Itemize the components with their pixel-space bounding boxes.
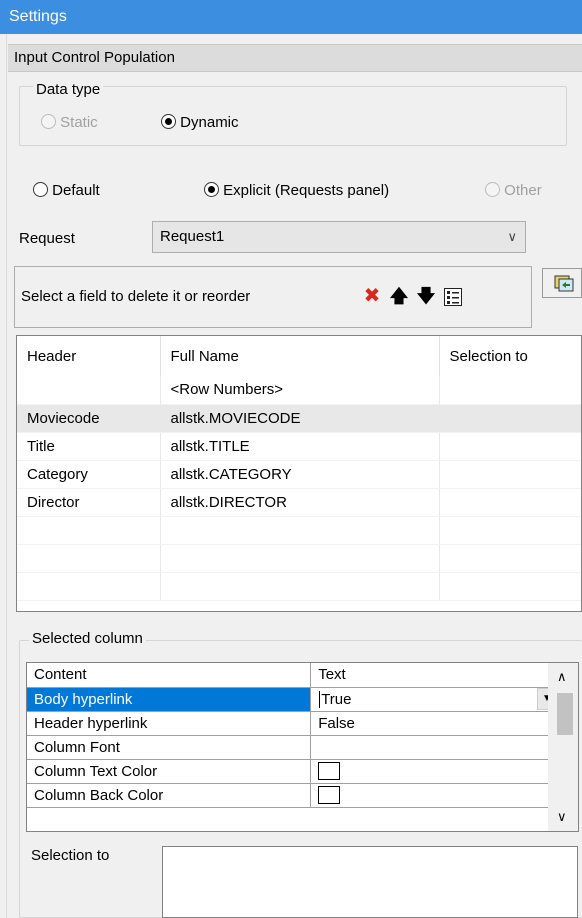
property-key: Body hyperlink — [27, 687, 312, 712]
selection-to-label: Selection to — [31, 847, 110, 864]
cell-full-name: allstk.TITLE — [160, 432, 440, 461]
property-key: Content — [27, 663, 312, 688]
request-select-value: Request1 — [160, 228, 225, 245]
copy-icon — [554, 275, 574, 292]
fields-grid[interactable]: Header Full Name Selection to <Row Numbe… — [16, 335, 582, 612]
property-grid[interactable]: Content Text Body hyperlink True ▼ Heade… — [26, 662, 579, 832]
delete-icon[interactable]: ✖ — [361, 285, 383, 307]
property-row[interactable]: Column Back Color — [27, 783, 562, 808]
empty-row — [17, 544, 581, 573]
dynamic-radio-button[interactable] — [161, 114, 176, 129]
default-radio-button[interactable] — [33, 182, 48, 197]
column-header-header[interactable]: Header — [17, 336, 161, 376]
left-edge — [0, 34, 7, 918]
table-row[interactable]: Director allstk.DIRECTOR — [17, 488, 581, 517]
property-value[interactable]: Text — [310, 663, 562, 688]
section-header: Input Control Population — [8, 44, 582, 72]
cell-full-name: allstk.MOVIECODE — [160, 404, 440, 433]
field-toolbar: Select a field to delete it or reorder ✖… — [14, 266, 532, 328]
copy-button[interactable] — [542, 268, 582, 298]
property-value[interactable]: False — [310, 711, 562, 736]
move-down-icon[interactable]: 🡇 — [415, 285, 437, 307]
property-value-dropdown[interactable]: True ▼ — [310, 687, 562, 712]
color-swatch[interactable] — [318, 762, 341, 781]
cell-full-name: <Row Numbers> — [160, 376, 440, 405]
cell-header: Moviecode — [17, 404, 161, 433]
default-radio[interactable]: Default — [33, 182, 100, 199]
property-value[interactable] — [310, 735, 562, 760]
cell-selection-to — [439, 432, 581, 461]
cell-header — [17, 376, 161, 405]
grid-header-row: Header Full Name Selection to — [17, 336, 581, 376]
property-row[interactable]: Body hyperlink True ▼ — [27, 687, 562, 712]
dynamic-radio-label: Dynamic — [180, 114, 239, 131]
dynamic-radio[interactable]: Dynamic — [161, 114, 239, 131]
other-radio-label: Other — [504, 182, 542, 199]
chevron-down-icon: ∨ — [507, 229, 517, 244]
scroll-down-icon[interactable]: ∨ — [557, 809, 567, 825]
property-row[interactable]: Header hyperlink False — [27, 711, 562, 736]
move-up-icon[interactable]: 🡅 — [388, 285, 410, 307]
property-row[interactable]: Column Text Color — [27, 759, 562, 784]
property-row[interactable]: Column Font — [27, 735, 562, 760]
properties-icon[interactable] — [443, 287, 463, 311]
empty-row — [17, 572, 581, 601]
property-value-color[interactable] — [310, 759, 562, 784]
table-row[interactable]: Moviecode allstk.MOVIECODE — [17, 404, 581, 433]
explicit-radio-button[interactable] — [204, 182, 219, 197]
table-row[interactable]: Category allstk.CATEGORY — [17, 460, 581, 489]
cell-full-name: allstk.DIRECTOR — [160, 488, 440, 517]
scroll-up-icon[interactable]: ∧ — [557, 669, 567, 685]
property-value-color[interactable] — [310, 783, 562, 808]
cell-selection-to — [439, 460, 581, 489]
data-type-legend: Data type — [33, 81, 104, 98]
cell-selection-to — [439, 376, 581, 405]
static-radio[interactable]: Static — [41, 114, 98, 131]
scroll-thumb[interactable] — [557, 693, 573, 735]
explicit-radio-label: Explicit (Requests panel) — [223, 182, 390, 199]
column-header-full-name[interactable]: Full Name — [160, 336, 440, 376]
property-scrollbar[interactable]: ∧ ∨ — [548, 663, 578, 831]
cell-header: Director — [17, 488, 161, 517]
cell-header: Category — [17, 460, 161, 489]
static-radio-label: Static — [60, 114, 98, 131]
other-radio[interactable]: Other — [485, 182, 542, 199]
field-hint: Select a field to delete it or reorder — [21, 288, 251, 305]
cell-full-name: allstk.CATEGORY — [160, 460, 440, 489]
request-select[interactable]: Request1 ∨ — [152, 221, 526, 253]
request-label: Request — [19, 230, 75, 247]
column-header-selection-to[interactable]: Selection to — [439, 336, 581, 376]
empty-row — [17, 516, 581, 545]
selection-to-input[interactable] — [162, 846, 578, 918]
cell-selection-to — [439, 488, 581, 517]
table-row[interactable]: <Row Numbers> — [17, 376, 581, 405]
cell-selection-to — [439, 404, 581, 433]
selected-column-legend: Selected column — [29, 630, 146, 647]
window-title: Settings — [0, 0, 582, 34]
property-key: Header hyperlink — [27, 711, 312, 736]
row-numbers-text: <Row Numbers> — [170, 381, 284, 399]
default-radio-label: Default — [52, 182, 100, 199]
property-key: Column Back Color — [27, 783, 312, 808]
explicit-radio[interactable]: Explicit (Requests panel) — [204, 182, 389, 199]
other-radio-button[interactable] — [485, 182, 500, 197]
cell-header: Title — [17, 432, 161, 461]
property-key: Column Text Color — [27, 759, 312, 784]
property-key: Column Font — [27, 735, 312, 760]
static-radio-button[interactable] — [41, 114, 56, 129]
table-row[interactable]: Title allstk.TITLE — [17, 432, 581, 461]
color-swatch[interactable] — [318, 786, 341, 805]
property-value: True — [319, 690, 352, 708]
property-row[interactable]: Content Text — [27, 663, 562, 688]
